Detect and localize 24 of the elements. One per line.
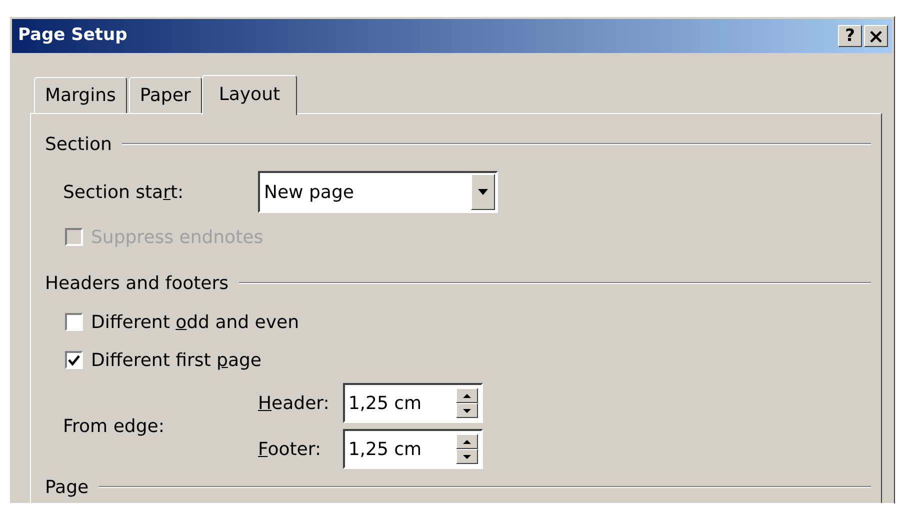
group-title: Headers and footers bbox=[45, 272, 228, 296]
field-label: Header: bbox=[258, 392, 330, 416]
field-label: Footer: bbox=[258, 438, 322, 462]
spin-field[interactable]: 1,25 cm bbox=[343, 383, 484, 423]
tab[interactable]: Margins bbox=[34, 77, 127, 113]
section-start-dropdown[interactable]: New page bbox=[258, 171, 498, 213]
checkbox-label: Different odd and even bbox=[91, 310, 299, 334]
checkbox-label: Different first page bbox=[91, 348, 262, 372]
spin-up-icon[interactable] bbox=[456, 434, 478, 449]
tab[interactable]: Layout bbox=[202, 75, 298, 115]
checkbox[interactable] bbox=[65, 351, 83, 369]
spin-down-icon[interactable] bbox=[456, 403, 478, 418]
spin-up-icon[interactable] bbox=[456, 388, 478, 403]
window-title: Page Setup bbox=[18, 24, 128, 48]
field-label: From edge: bbox=[63, 414, 166, 438]
help-button[interactable]: ? bbox=[838, 25, 862, 47]
group-title: Page bbox=[45, 476, 89, 500]
spin-down-icon[interactable] bbox=[456, 449, 478, 464]
group-title: Section bbox=[45, 132, 112, 156]
tab[interactable]: Paper bbox=[128, 77, 202, 113]
field-label: Section start: bbox=[63, 180, 185, 204]
close-button[interactable]: × bbox=[864, 25, 888, 47]
checkbox[interactable] bbox=[65, 313, 83, 331]
spin-field[interactable]: 1,25 cm bbox=[343, 429, 484, 469]
